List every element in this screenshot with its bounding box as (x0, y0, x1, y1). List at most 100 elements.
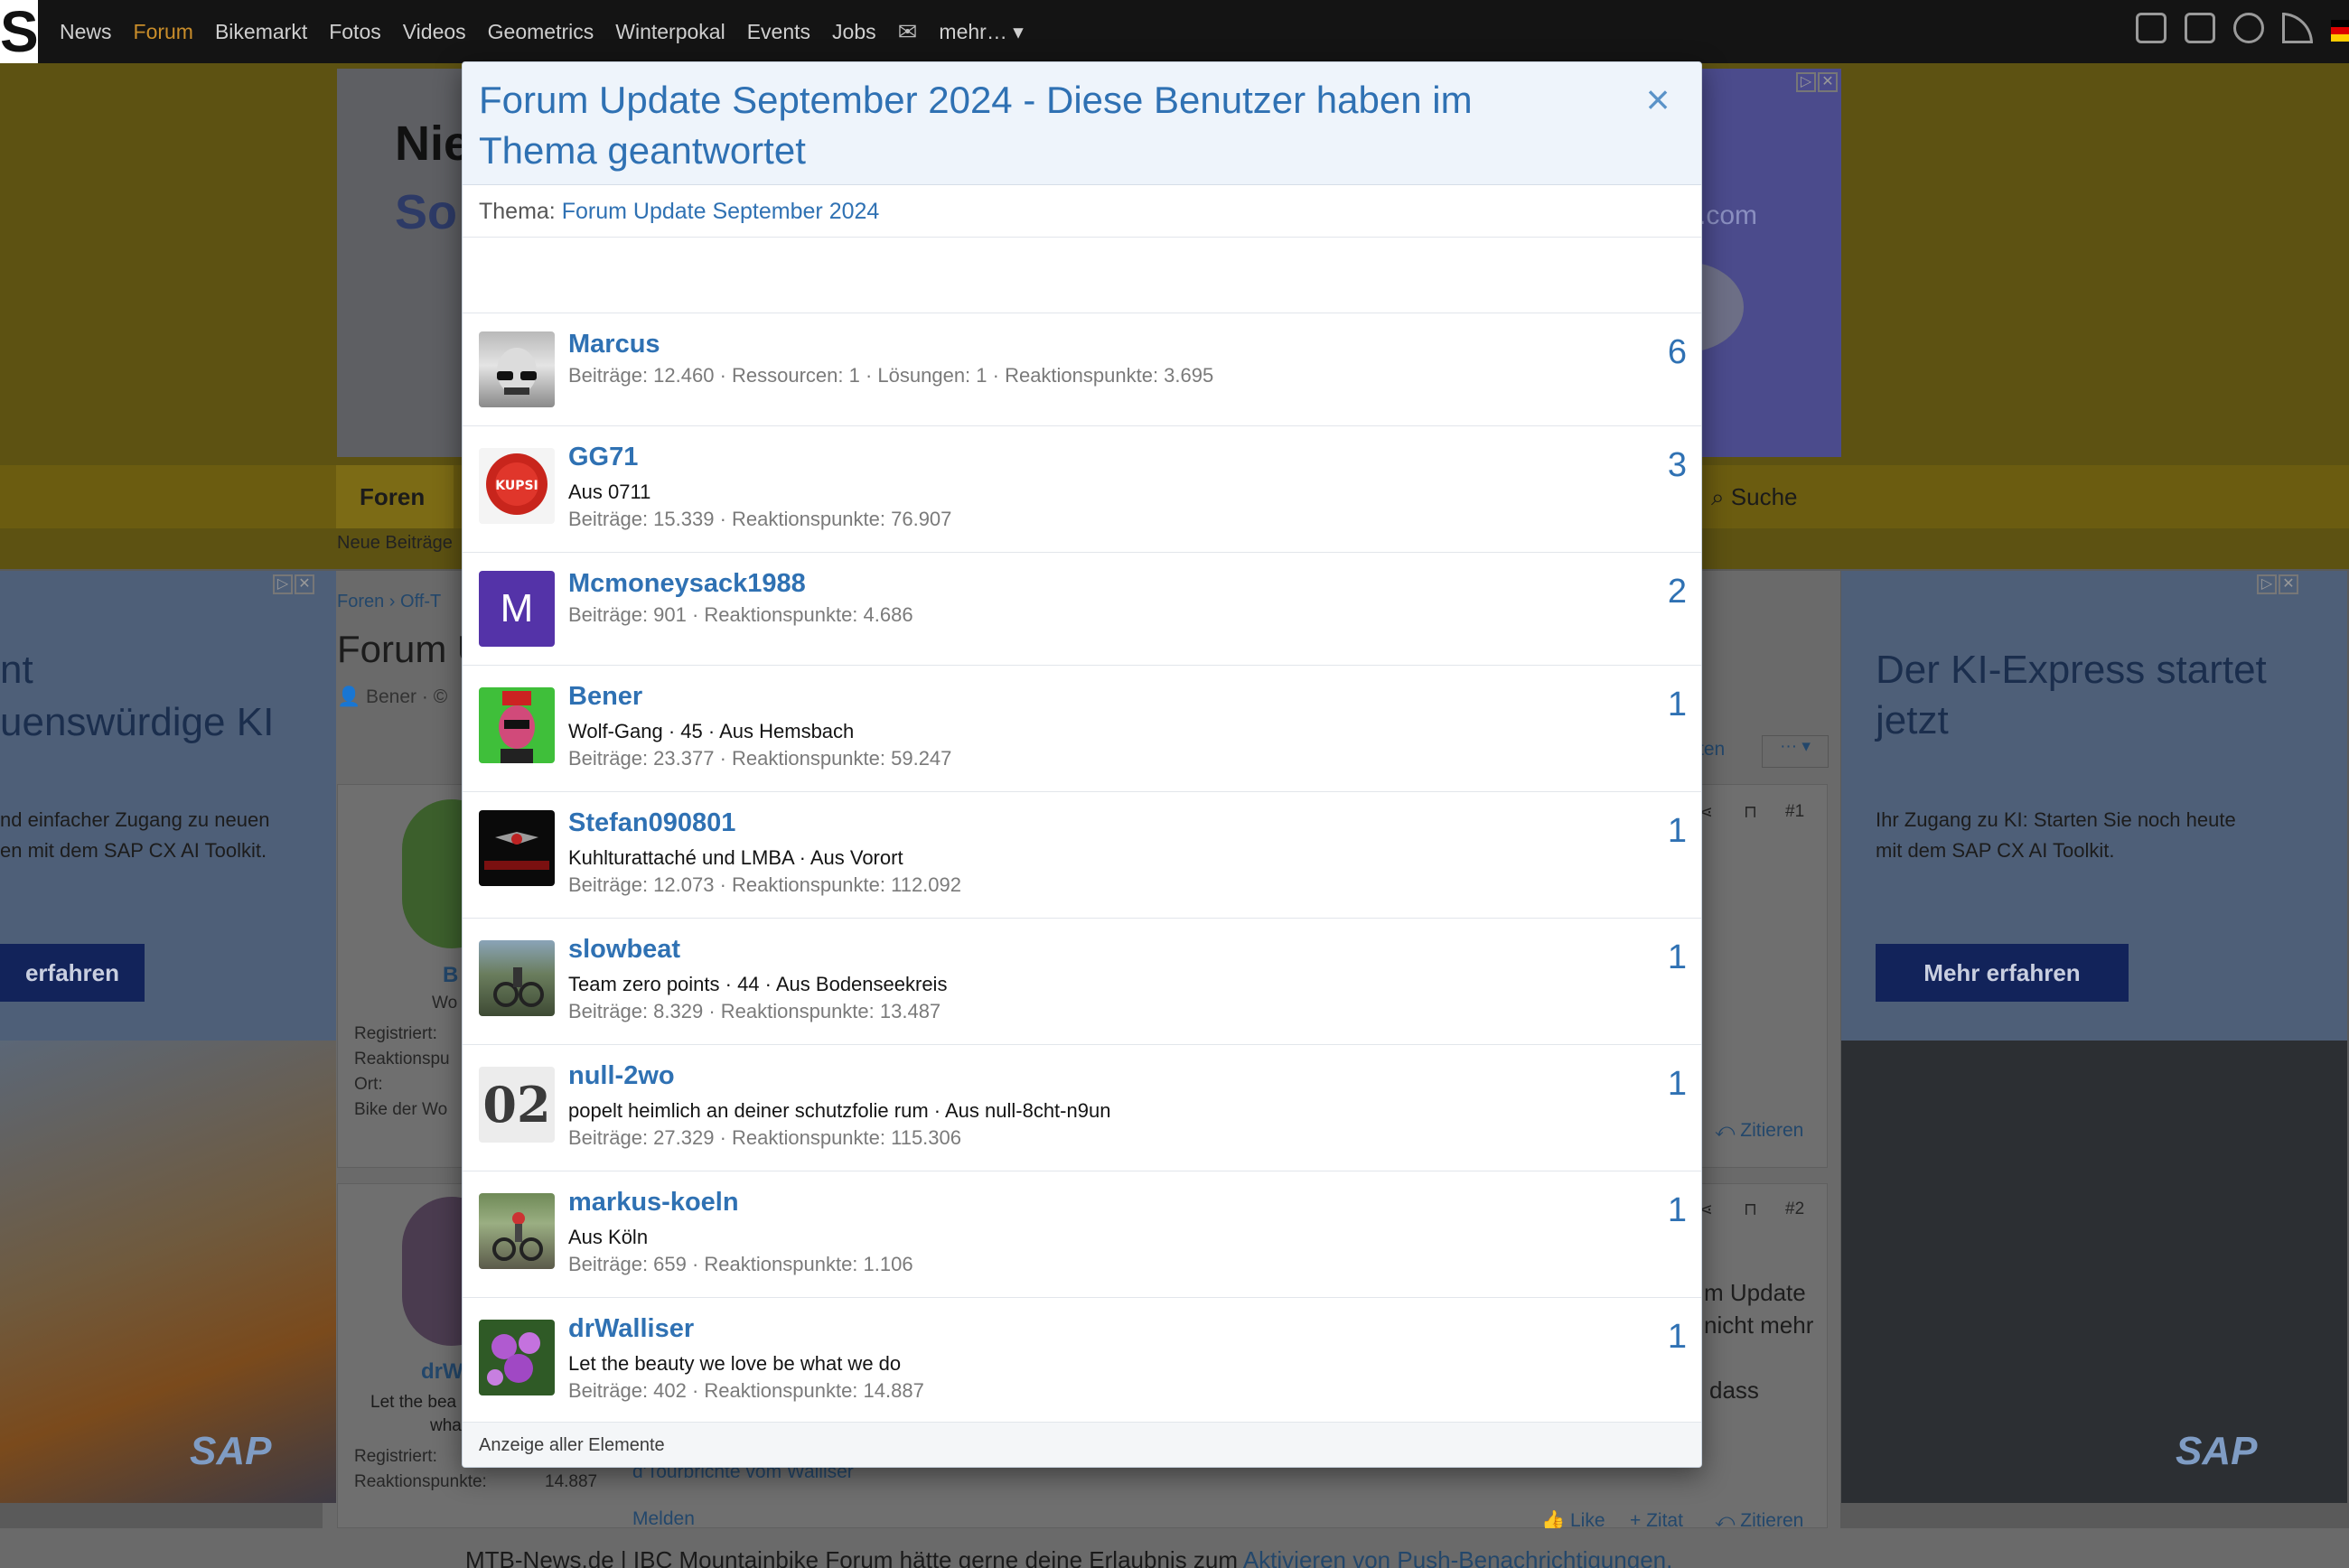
post-1-label-points: Reaktionspu (354, 1050, 450, 1069)
instagram-icon[interactable] (2136, 13, 2167, 43)
nav-jobs[interactable]: Jobs (832, 20, 876, 44)
list-item-gg71[interactable]: KUPSI GG71 Aus 0711 Beiträge: 15.339 · R… (463, 426, 1701, 553)
user-title: Wolf-Gang · 45 · Aus Hemsbach (568, 720, 855, 742)
avatar[interactable]: KUPSI (479, 448, 555, 524)
report-link[interactable]: Melden (632, 1508, 695, 1530)
left-ad-sap-logo: SAP (190, 1429, 272, 1473)
right-ad-sub-1: Ihr Zugang zu KI: Starten Sie noch heute (1876, 808, 2236, 831)
avatar[interactable] (479, 1193, 555, 1269)
right-side-ad[interactable]: Der KI-Express startet jetzt Ihr Zugang … (1841, 571, 2347, 1503)
username[interactable]: Bener (568, 682, 642, 712)
nav-videos[interactable]: Videos (403, 20, 466, 44)
twitter-icon[interactable] (2233, 13, 2264, 43)
right-ad-choices-icon[interactable]: ▷ (2257, 574, 2277, 594)
bookmark-icon-2[interactable]: ⊓ (1744, 1199, 1757, 1220)
user-title: Let the beauty we love be what we do (568, 1352, 902, 1375)
avatar[interactable]: M (479, 571, 555, 647)
avatar[interactable] (479, 687, 555, 763)
bookmark-icon[interactable]: ⊓ (1744, 802, 1757, 823)
nav-bikemarkt[interactable]: Bikemarkt (215, 20, 307, 44)
user-icon: 👤 (337, 686, 361, 707)
post-1-quote-button[interactable]: ⤺ Zitieren (1715, 1120, 1803, 1142)
rss-icon[interactable] (2282, 13, 2313, 43)
topic-link[interactable]: Forum Update September 2024 (562, 199, 880, 224)
avatar[interactable]: 02 (479, 1067, 555, 1143)
post-2-points-value: 14.887 (545, 1472, 598, 1491)
username[interactable]: Stefan090801 (568, 808, 735, 838)
post-2-username[interactable]: drW (421, 1359, 463, 1385)
user-title: Kuhlturattaché und LMBA · Aus Vorort (568, 846, 903, 869)
username[interactable]: Mcmoneysack1988 (568, 569, 806, 599)
list-item-mcmoneysack1988[interactable]: M Mcmoneysack1988 Beiträge: 901 · Reakti… (463, 553, 1701, 666)
dialog-blank-area (463, 238, 1701, 313)
ad-choices-icon[interactable]: ▷ (1796, 72, 1816, 92)
user-stats: Beiträge: 27.329 · Reaktionspunkte: 115.… (568, 1126, 962, 1149)
post-1-label-registered: Registriert: (354, 1024, 437, 1043)
username[interactable]: drWalliser (568, 1314, 694, 1344)
nav-more[interactable]: mehr… ▾ (939, 20, 1023, 44)
avatar[interactable] (479, 1320, 555, 1395)
list-item-null-2wo[interactable]: 02 null-2wo popelt heimlich an deiner sc… (463, 1045, 1701, 1171)
avatar[interactable] (479, 940, 555, 1016)
facebook-icon[interactable] (2185, 13, 2215, 43)
mail-icon[interactable]: ✉ (898, 18, 918, 46)
user-stats: Beiträge: 901 · Reaktionspunkte: 4.686 (568, 603, 913, 626)
left-ad-button[interactable]: erfahren (0, 944, 145, 1002)
post-2-text-1: m Update (1704, 1279, 1806, 1306)
search-button[interactable]: ⌕ Suche (1699, 465, 1861, 528)
list-item-slowbeat[interactable]: slowbeat Team zero points · 44 · Aus Bod… (463, 919, 1701, 1045)
thread-action-partial[interactable]: ten (1699, 739, 1725, 761)
left-ad-close-icon[interactable]: ✕ (295, 574, 314, 594)
push-enable-link[interactable]: Aktivieren von Push-Benachrichtigungen. (1243, 1546, 1673, 1568)
user-title: popelt heimlich an deiner schutzfolie ru… (568, 1099, 1111, 1122)
user-title: Team zero points · 44 · Aus Bodenseekrei… (568, 973, 948, 995)
list-item-markus-koeln[interactable]: markus-koeln Aus Köln Beiträge: 659 · Re… (463, 1171, 1701, 1298)
right-ad-button[interactable]: Mehr erfahren (1876, 944, 2129, 1002)
username[interactable]: null-2wo (568, 1061, 675, 1091)
list-item-marcus[interactable]: Marcus Beiträge: 12.460 · Ressourcen: 1 … (463, 313, 1701, 426)
post-number-2[interactable]: #2 (1785, 1199, 1804, 1219)
nav-geometrics[interactable]: Geometrics (488, 20, 594, 44)
reply-count: 3 (1667, 446, 1687, 484)
close-icon[interactable]: × (1635, 77, 1680, 122)
right-ad-title-1: Der KI-Express startet (1876, 648, 2267, 692)
tab-foren[interactable]: Foren (336, 465, 454, 528)
right-ad-close-icon[interactable]: ✕ (2279, 574, 2298, 594)
username[interactable]: slowbeat (568, 935, 680, 965)
user-stats: Beiträge: 12.073 · Reaktionspunkte: 112.… (568, 873, 962, 896)
social-links (2136, 13, 2313, 43)
caret-down-icon: ▾ (1013, 19, 1024, 43)
nav-winterpokal[interactable]: Winterpokal (615, 20, 725, 44)
nav-fotos[interactable]: Fotos (329, 20, 381, 44)
list-item-stefan090801[interactable]: Stefan090801 Kuhlturattaché und LMBA · A… (463, 792, 1701, 919)
left-ad-choices-icon[interactable]: ▷ (273, 574, 293, 594)
user-stats: Beiträge: 15.339 · Reaktionspunkte: 76.9… (568, 508, 952, 530)
username[interactable]: GG71 (568, 443, 638, 472)
post-2-text-3: dass (1709, 1377, 1759, 1404)
nav-events[interactable]: Events (747, 20, 810, 44)
username[interactable]: markus-koeln (568, 1188, 739, 1218)
subnav-new-posts[interactable]: Neue Beiträge (337, 533, 453, 554)
post-number-1[interactable]: #1 (1785, 802, 1804, 822)
ad-close-icon[interactable]: ✕ (1818, 72, 1838, 92)
left-ad-sub-2: en mit dem SAP CX AI Toolkit. (0, 839, 267, 862)
top-ad-domain: .com (1699, 201, 1758, 230)
left-ad-photo (0, 1041, 336, 1503)
post-1-username[interactable]: B (443, 963, 458, 988)
thread-more-button[interactable]: ··· ▾ (1762, 735, 1829, 768)
avatar[interactable] (479, 810, 555, 886)
list-item-bener[interactable]: Bener Wolf-Gang · 45 · Aus Hemsbach Beit… (463, 666, 1701, 792)
german-flag-icon[interactable] (2331, 20, 2349, 42)
right-ad-sap-logo: SAP (2176, 1429, 2258, 1473)
site-logo[interactable]: S (0, 0, 38, 63)
list-item-drwalliser[interactable]: drWalliser Let the beauty we love be wha… (463, 1298, 1701, 1424)
left-side-ad[interactable]: nt uenswürdige KI nd einfacher Zugang zu… (0, 571, 336, 1503)
nav-forum[interactable]: Forum (134, 20, 193, 44)
top-ad-text-2: So (395, 185, 458, 239)
username[interactable]: Marcus (568, 330, 660, 359)
nav-news[interactable]: News (60, 20, 112, 44)
avatar[interactable] (479, 331, 555, 407)
breadcrumb[interactable]: Foren › Off-T (337, 592, 441, 612)
reply-count: 6 (1667, 333, 1687, 371)
user-stats: Beiträge: 659 · Reaktionspunkte: 1.106 (568, 1253, 913, 1275)
